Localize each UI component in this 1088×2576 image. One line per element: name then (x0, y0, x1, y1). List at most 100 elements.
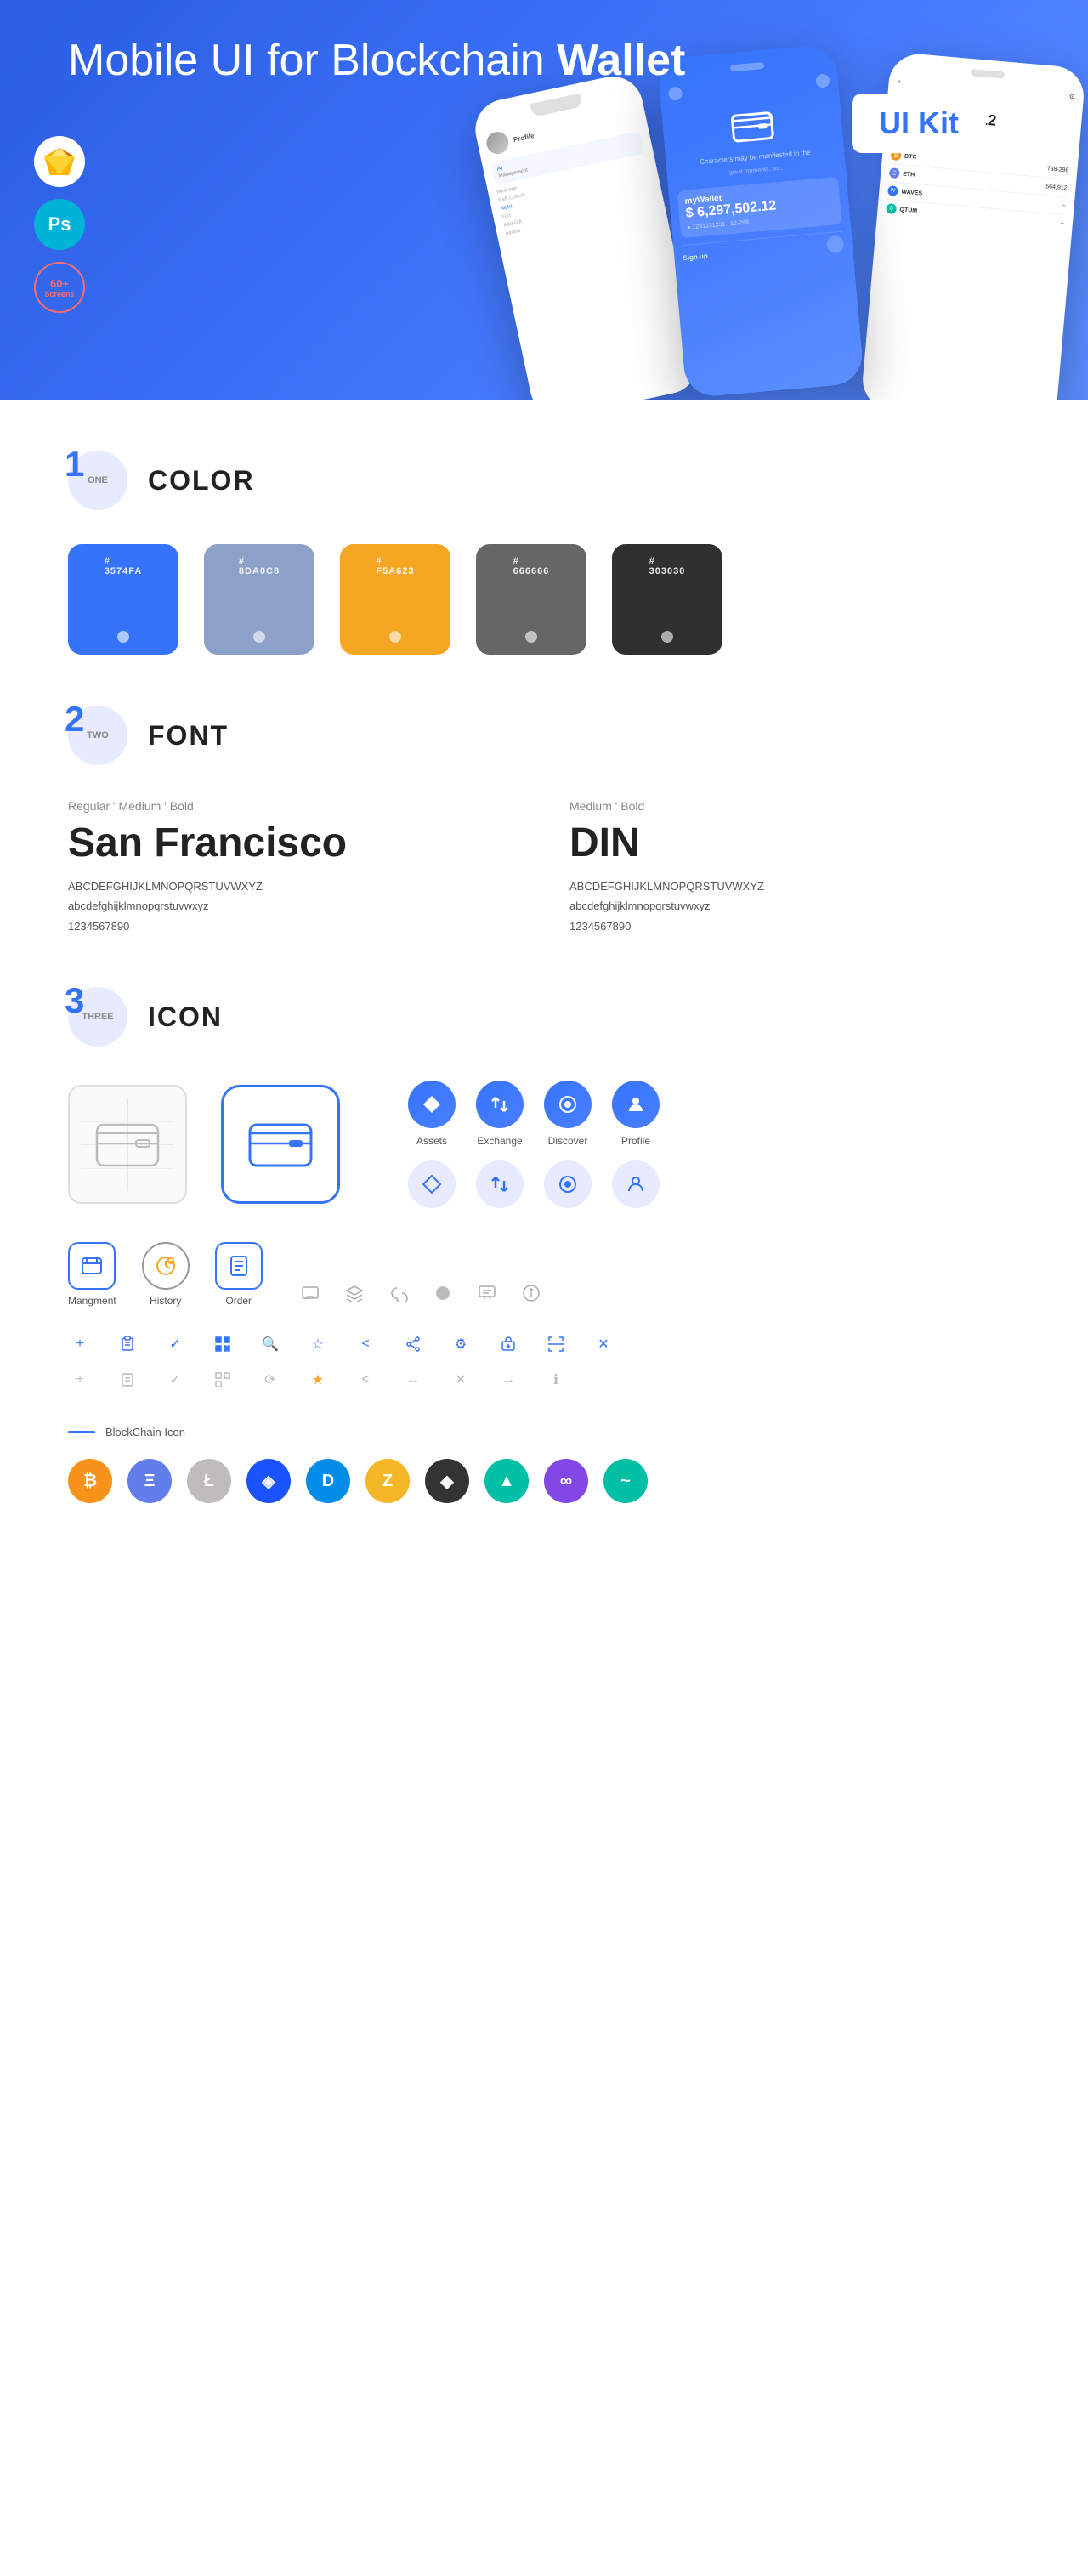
small-gray-icons (297, 1279, 545, 1307)
font-right-lowercase: abcdefghijklmnopqrstuvwxyz (570, 896, 1020, 916)
color-swatch: #3574FA (68, 544, 178, 655)
profile-icon (612, 1081, 660, 1128)
screens-badge: 60+ Screens (34, 262, 85, 313)
tool-badges: Ps 60+ Screens (34, 136, 85, 313)
color-dot (525, 631, 537, 643)
hero-badge: UI Kit (852, 94, 986, 153)
crypto-zcash-icon: Z (366, 1459, 410, 1503)
ps-badge: Ps (34, 199, 85, 250)
color-hex: #3574FA (105, 556, 143, 576)
font-right-uppercase: ABCDEFGHIJKLMNOPQRSTUVWXYZ (570, 877, 1020, 896)
color-section-title: COLOR (148, 465, 255, 496)
named-icons-top: Assets Exchange (408, 1081, 660, 1147)
main-content: ONE 1 COLOR #3574FA #8DA0C8 #F5A623 #666… (0, 451, 1088, 1503)
export-icon (496, 1332, 520, 1356)
icon-order: Order (215, 1242, 263, 1307)
font-left-uppercase: ABCDEFGHIJKLMNOPQRSTUVWXYZ (68, 877, 518, 896)
blockchain-label: BlockChain Icon (68, 1426, 1020, 1438)
exchange-outline-icon (476, 1160, 524, 1208)
sketch-badge (34, 136, 85, 187)
check-gray-icon: ✓ (163, 1368, 187, 1392)
close-icon: ✕ (592, 1332, 615, 1356)
discover-outline-icon (544, 1160, 592, 1208)
layers-icon (341, 1279, 368, 1307)
crypto-matic-icon: ∞ (544, 1459, 588, 1503)
color-swatch: #303030 (612, 544, 722, 655)
small-icon-row-2: + ✓ ⟳ ★ < (68, 1368, 1020, 1392)
assets-outline-icon (408, 1160, 456, 1208)
icon-assets-outline (408, 1160, 456, 1208)
named-icons-group: Assets Exchange (408, 1081, 660, 1208)
clipboard-icon (116, 1332, 139, 1356)
swap-icon: ↔ (401, 1368, 425, 1392)
icon-exchange-outline (476, 1160, 524, 1208)
font-right: Medium ' Bold DIN ABCDEFGHIJKLMNOPQRSTUV… (570, 799, 1020, 936)
qr-gray-icon (211, 1368, 235, 1392)
search-icon: 🔍 (258, 1332, 282, 1356)
share-icon (401, 1332, 425, 1356)
plus-icon: + (68, 1332, 92, 1356)
crypto-bitcoin-icon: ₿ (68, 1459, 112, 1503)
small-icon-row-1: + ✓ (68, 1332, 1020, 1356)
font-section-header: TWO 2 FONT (68, 706, 1020, 765)
history-label: History (150, 1295, 181, 1307)
font-right-numbers: 1234567890 (570, 916, 1020, 936)
color-hex: #666666 (513, 556, 550, 576)
message-icon (297, 1279, 324, 1307)
icon-profile: Profile (612, 1081, 660, 1147)
icon-management: Mangment (68, 1242, 116, 1307)
exchange-icon (476, 1081, 524, 1128)
crypto-waves-icon: ◈ (246, 1459, 291, 1503)
font-right-weights: Medium ' Bold (570, 799, 1020, 813)
icon-discover: Discover (544, 1081, 592, 1147)
order-icon (215, 1242, 263, 1290)
icon-top-row: Assets Exchange (68, 1081, 1020, 1208)
plus-gray-icon: + (68, 1368, 92, 1392)
back-icon: < (354, 1332, 377, 1356)
discover-icon (544, 1081, 592, 1128)
hero-section: Mobile UI for Blockchain Wallet UI Kit P… (0, 0, 1088, 400)
check-icon: ✓ (163, 1332, 187, 1356)
exchange-label: Exchange (477, 1135, 522, 1147)
profile-label: Profile (621, 1135, 650, 1147)
crypto-litecoin-icon: Ł (187, 1459, 231, 1503)
icon-history: History (142, 1242, 190, 1307)
crypto-iota-icon: ◆ (425, 1459, 469, 1503)
color-dot (661, 631, 673, 643)
assets-label: Assets (416, 1135, 447, 1147)
color-swatches: #3574FA #8DA0C8 #F5A623 #666666 #303030 (68, 544, 1020, 655)
font-section-number: TWO 2 (68, 706, 128, 765)
circle-icon (429, 1279, 456, 1307)
icon-profile-outline (612, 1160, 660, 1208)
small-icon-rows: + ✓ (68, 1332, 1020, 1392)
crypto-icons-row: ₿ΞŁ◈DZ◆▲∞~ (68, 1459, 1020, 1503)
font-left-lowercase: abcdefghijklmnopqrstuvwxyz (68, 896, 518, 916)
color-section-header: ONE 1 COLOR (68, 451, 1020, 510)
color-swatch: #666666 (476, 544, 586, 655)
blockchain-line (68, 1431, 95, 1433)
color-dot (117, 631, 129, 643)
icon-showcase: Assets Exchange (68, 1081, 1020, 1503)
icon-section-title: ICON (148, 1001, 223, 1033)
assets-icon (408, 1081, 456, 1128)
settings-icon: ⚙ (449, 1332, 473, 1356)
icon-bottom-row: Mangment History (68, 1242, 1020, 1307)
qr-icon (211, 1332, 235, 1356)
management-icon (68, 1242, 116, 1290)
color-swatch: #F5A623 (340, 544, 450, 655)
icon-assets: Assets (408, 1081, 456, 1147)
icon-exchange: Exchange (476, 1081, 524, 1147)
color-dot (253, 631, 265, 643)
font-right-name: DIN (570, 820, 1020, 866)
crypto-ethereum-icon: Ξ (128, 1459, 172, 1503)
info-gray-icon: ℹ (544, 1368, 568, 1392)
clipboard-gray-icon (116, 1368, 139, 1392)
phone-mockup-2: Characters may be manifested in the grea… (657, 44, 864, 399)
discover-label: Discover (548, 1135, 588, 1147)
info-icon (518, 1279, 545, 1307)
chat-icon (473, 1279, 501, 1307)
profile-outline-icon (612, 1160, 660, 1208)
color-hex: #F5A623 (376, 556, 414, 576)
color-section-number: ONE 1 (68, 451, 128, 510)
management-label: Mangment (68, 1295, 116, 1307)
